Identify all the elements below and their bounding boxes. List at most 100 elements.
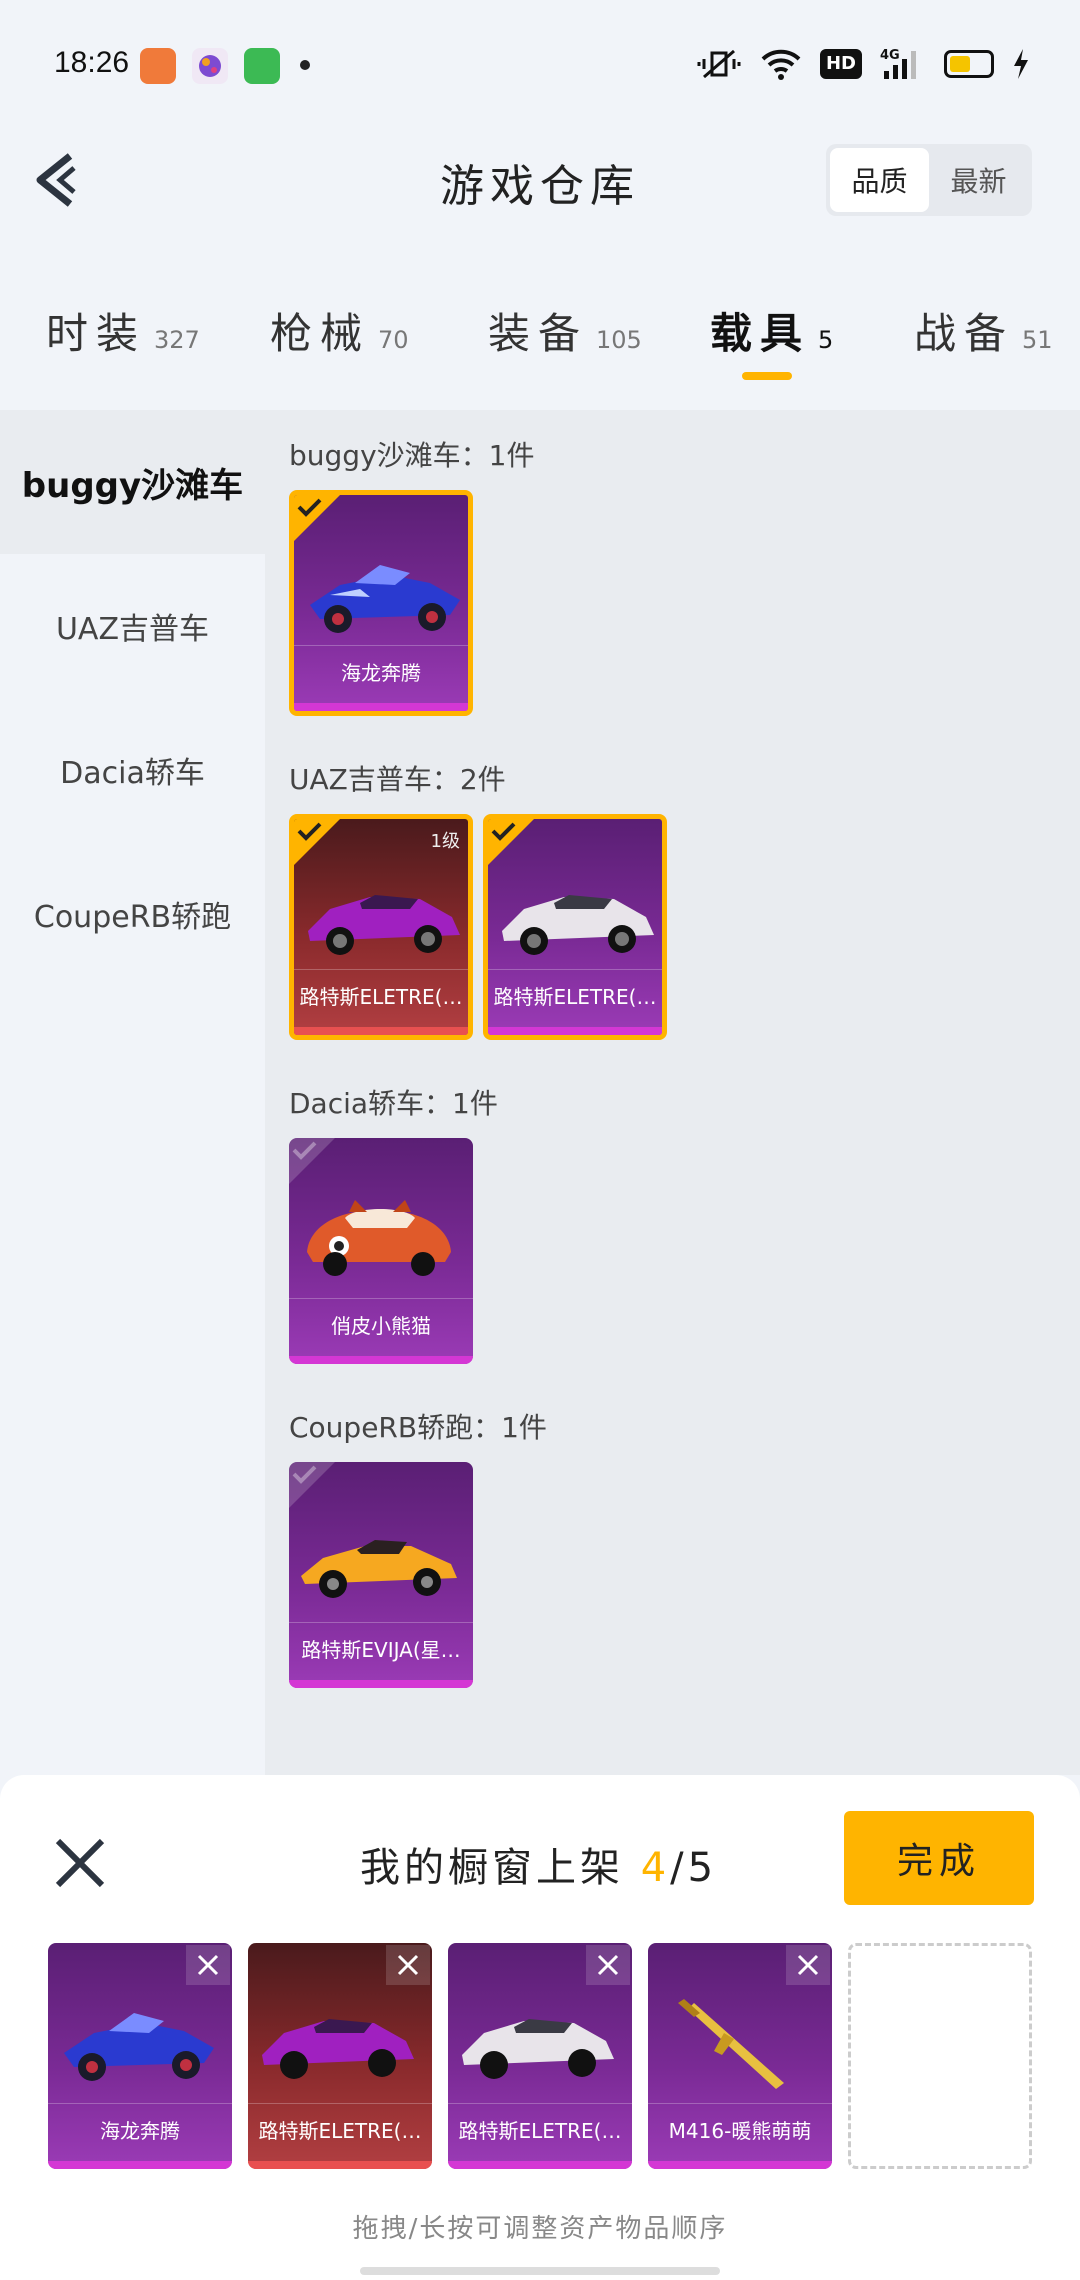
showcase-title-text: 我的橱窗上架	[360, 1845, 624, 1891]
check-icon	[491, 822, 516, 841]
buggy-vehicle-icon	[310, 565, 460, 633]
signal-icon: 4G	[880, 47, 926, 81]
tab-label: 装备	[488, 309, 589, 358]
close-icon	[397, 1954, 419, 1976]
battery-icon	[944, 50, 994, 78]
sports-car-icon	[301, 1540, 457, 1598]
showcase-count-current: 4	[640, 1845, 671, 1891]
check-icon	[292, 1465, 317, 1484]
rarity-bar	[294, 1027, 468, 1035]
suv-vehicle-icon	[462, 2019, 614, 2079]
shelf-item[interactable]: 路特斯ELETRE(…	[448, 1943, 632, 2169]
check-icon	[292, 1141, 317, 1160]
vehicle-group: CoupeRB轿跑：1件 路特斯EVIJA(星…	[289, 1406, 547, 1688]
check-icon	[297, 822, 322, 841]
home-indicator[interactable]	[360, 2267, 720, 2275]
mute-vibrate-icon	[696, 47, 742, 81]
palette-app-icon	[192, 48, 228, 84]
sidebar-item-dacia[interactable]: Dacia轿车	[0, 698, 265, 842]
status-bar: 18:26 HD 4G	[0, 0, 1080, 130]
rarity-bar	[648, 2161, 832, 2169]
shelf-item[interactable]: 海龙奔腾	[48, 1943, 232, 2169]
level-badge: 1级	[430, 831, 460, 852]
tab-count: 327	[154, 326, 200, 354]
close-icon	[197, 1954, 219, 1976]
rarity-bar	[289, 1356, 473, 1364]
shelf-item[interactable]: M416-暖熊萌萌	[648, 1943, 832, 2169]
rarity-bar	[294, 703, 468, 711]
active-tab-indicator	[742, 372, 792, 380]
rarity-bar	[248, 2161, 432, 2169]
vehicle-card[interactable]: 海龙奔腾	[289, 490, 473, 716]
close-icon	[597, 1954, 619, 1976]
vehicle-group: UAZ吉普车：2件 1级 路特斯ELETRE(… 路特斯ELETRE(…	[289, 758, 667, 1040]
remove-item-button[interactable]	[786, 1945, 830, 1985]
sidebar-item-buggy[interactable]: buggy沙滩车	[0, 410, 265, 554]
done-button[interactable]: 完成	[844, 1811, 1034, 1905]
remove-item-button[interactable]	[586, 1945, 630, 1985]
tab-equipment[interactable]: 装备 105	[488, 300, 642, 361]
vehicle-card[interactable]: 路特斯ELETRE(…	[483, 814, 667, 1040]
tab-combat-gear[interactable]: 战备 51	[914, 300, 1053, 361]
reorder-hint: 拖拽/长按可调整资产物品顺序	[352, 2214, 728, 2244]
vehicle-name: 路特斯ELETRE(…	[488, 969, 662, 1021]
sort-quality-option[interactable]: 品质	[830, 148, 929, 212]
sort-toggle[interactable]: 品质 最新	[826, 144, 1032, 216]
rarity-bar	[289, 1680, 473, 1688]
group-title: buggy沙滩车：1件	[289, 439, 535, 472]
tab-count: 70	[378, 326, 409, 354]
tab-label: 时装	[46, 309, 147, 358]
vehicle-list: buggy沙滩车：1件 海龙奔腾 UAZ吉普车：2件 1级 路特斯ELETRE(…	[265, 410, 1080, 1775]
remove-item-button[interactable]	[386, 1945, 430, 1985]
vehicle-card[interactable]: 1级 路特斯ELETRE(…	[289, 814, 473, 1040]
vehicle-group: Dacia轿车：1件 俏皮小熊猫	[289, 1082, 498, 1364]
vehicle-name: 路特斯EVIJA(星…	[289, 1622, 473, 1674]
remove-item-button[interactable]	[186, 1945, 230, 1985]
tab-label: 枪械	[270, 309, 371, 358]
rarity-bar	[48, 2161, 232, 2169]
empty-shelf-slot[interactable]	[848, 1943, 1032, 2169]
suv-vehicle-icon	[308, 895, 460, 955]
suv-vehicle-icon	[262, 2019, 414, 2079]
vehicle-type-sidebar: buggy沙滩车 UAZ吉普车 Dacia轿车 CoupeRB轿跑	[0, 410, 265, 1775]
sidebar-item-uaz[interactable]: UAZ吉普车	[0, 554, 265, 698]
notification-dot	[300, 60, 310, 70]
showcase-count-total: /5	[670, 1845, 718, 1891]
vehicle-name: 俏皮小熊猫	[289, 1298, 473, 1350]
shelf-item-name: 路特斯ELETRE(…	[248, 2103, 432, 2155]
tab-label: 载具	[710, 309, 811, 358]
group-title: UAZ吉普车：2件	[289, 763, 506, 796]
tab-vehicles[interactable]: 载具 5	[710, 300, 833, 361]
tab-label: 战备	[914, 309, 1015, 358]
status-time: 18:26	[54, 46, 130, 79]
vehicle-group: buggy沙滩车：1件 海龙奔腾	[289, 434, 534, 716]
rarity-bar	[488, 1027, 662, 1035]
red-panda-car-icon	[307, 1200, 451, 1276]
check-icon	[297, 498, 322, 517]
buggy-vehicle-icon	[64, 2013, 214, 2081]
svg-text:4G: 4G	[880, 48, 900, 63]
shelf-item-name: 海龙奔腾	[48, 2103, 232, 2155]
tab-firearms[interactable]: 枪械 70	[270, 300, 409, 361]
close-button[interactable]	[52, 1835, 108, 1891]
tab-count: 5	[818, 326, 834, 354]
vehicle-card[interactable]: 俏皮小熊猫	[289, 1138, 473, 1364]
shelf-item[interactable]: 路特斯ELETRE(…	[248, 1943, 432, 2169]
category-tabs: 时装 327 枪械 70 装备 105 载具 5 战备 51	[0, 290, 1080, 400]
showcase-shelf: 海龙奔腾 路特斯ELETRE(… 路特斯ELETRE(… M416-暖熊萌萌	[48, 1943, 1032, 2169]
wifi-icon	[760, 47, 802, 81]
vehicle-card[interactable]: 路特斯EVIJA(星…	[289, 1462, 473, 1688]
tab-fashion[interactable]: 时装 327	[46, 300, 200, 361]
rarity-bar	[448, 2161, 632, 2169]
close-icon	[797, 1954, 819, 1976]
group-title: Dacia轿车：1件	[289, 1087, 498, 1120]
tab-count: 105	[596, 326, 642, 354]
charging-icon	[1012, 47, 1030, 81]
vehicle-name: 路特斯ELETRE(…	[294, 969, 468, 1021]
vehicle-name: 海龙奔腾	[294, 645, 468, 697]
sort-newest-option[interactable]: 最新	[929, 148, 1028, 212]
suv-vehicle-icon	[502, 895, 654, 955]
hd-icon: HD	[819, 49, 862, 79]
rifle-icon	[678, 1999, 784, 2089]
sidebar-item-couperb[interactable]: CoupeRB轿跑	[0, 842, 265, 986]
